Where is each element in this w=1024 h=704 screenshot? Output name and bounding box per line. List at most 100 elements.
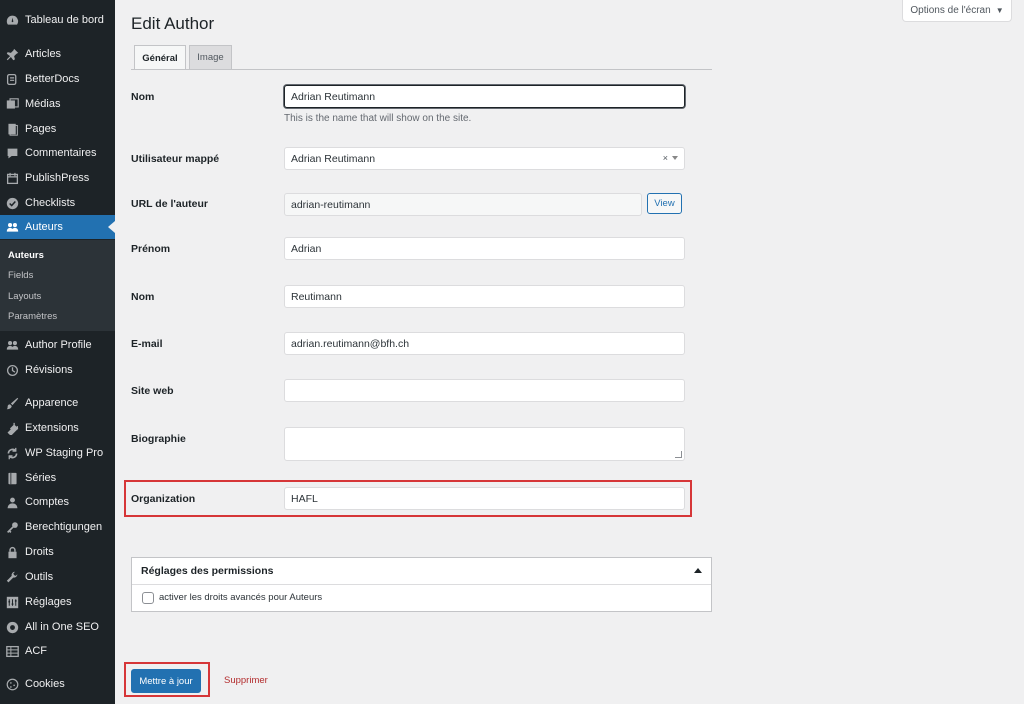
caret-down-icon: ▼ — [995, 6, 1004, 15]
menu-item-acf[interactable]: ACF — [0, 639, 115, 663]
menu-item-author-profile[interactable]: Author Profile — [0, 333, 115, 357]
staging-icon — [6, 447, 19, 460]
menu-label: WP Staging Pro — [25, 447, 104, 459]
view-button[interactable]: View — [647, 193, 682, 214]
menu-item-droits[interactable]: Droits — [0, 540, 115, 564]
name-description: This is the name that will show on the s… — [284, 113, 472, 124]
menu-label: Checklists — [25, 197, 76, 209]
permissions-header[interactable]: Réglages des permissions — [132, 558, 711, 585]
menu-item-cookies[interactable]: Cookies — [0, 672, 115, 696]
screen-options-button[interactable]: Options de l'écran ▼ — [902, 0, 1012, 22]
lock-icon — [6, 546, 19, 559]
screen-options-label: Options de l'écran — [910, 5, 991, 16]
menu-item-reglages[interactable]: Réglages — [0, 590, 115, 614]
mapped-user-label: Utilisateur mappé — [131, 153, 220, 165]
plugin-icon — [6, 422, 19, 435]
menu-label: Apparence — [25, 397, 79, 409]
name-input[interactable]: Adrian Reutimann — [284, 85, 685, 108]
submenu-item-fields[interactable]: Fields — [8, 270, 33, 281]
calendar-icon — [6, 172, 19, 185]
biography-textarea[interactable] — [284, 427, 685, 461]
organization-label: Organization — [131, 493, 196, 505]
permissions-title: Réglages des permissions — [141, 565, 274, 577]
menu-label: Comptes — [25, 496, 70, 508]
pin-icon — [6, 48, 19, 61]
users-icon — [6, 339, 19, 352]
menu-label: Tableau de bord — [25, 14, 104, 26]
mapped-user-select[interactable]: Adrian Reutimann × — [284, 147, 685, 170]
menu-label: Réglages — [25, 596, 72, 608]
menu-label: Extensions — [25, 422, 79, 434]
collapse-arrow-icon[interactable] — [694, 568, 702, 573]
lastname-label: Nom — [131, 291, 155, 303]
lastname-input[interactable]: Reutimann — [284, 285, 685, 308]
menu-item-auteurs[interactable]: Auteurs — [0, 215, 115, 239]
firstname-input[interactable]: Adrian — [284, 237, 685, 260]
mapped-user-value: Adrian Reutimann — [291, 152, 376, 165]
resize-handle-icon[interactable] — [675, 451, 682, 458]
media-icon — [6, 97, 19, 111]
menu-item-pages[interactable]: Pages — [0, 117, 115, 141]
organization-input[interactable]: HAFL — [284, 487, 685, 510]
menu-item-checklists[interactable]: Checklists — [0, 191, 115, 215]
menu-item-comptes[interactable]: Comptes — [0, 490, 115, 514]
menu-item-commentaires[interactable]: Commentaires — [0, 141, 115, 165]
menu-item-betterdocs[interactable]: BetterDocs — [0, 67, 115, 91]
grid-icon — [6, 645, 19, 658]
menu-label: PublishPress — [25, 172, 90, 184]
submenu-item-parametres[interactable]: Paramètres — [8, 311, 57, 322]
tabs-divider — [131, 69, 712, 70]
advanced-rights-label[interactable]: activer les droits avancés pour Auteurs — [159, 592, 322, 603]
menu-label: All in One SEO — [25, 621, 99, 633]
menu-item-dashboard[interactable]: Tableau de bord — [0, 8, 115, 32]
author-url-input[interactable]: adrian-reutimann — [284, 193, 642, 216]
book-icon — [6, 472, 19, 485]
email-input[interactable]: adrian.reutimann@bfh.ch — [284, 332, 685, 355]
menu-item-wp-staging-pro[interactable]: WP Staging Pro — [0, 441, 115, 465]
menu-item-publishpress[interactable]: PublishPress — [0, 166, 115, 190]
delete-link[interactable]: Supprimer — [224, 675, 268, 686]
comment-icon — [6, 147, 19, 160]
menu-label: Auteurs — [25, 221, 63, 233]
author-url-label: URL de l'auteur — [131, 198, 208, 210]
update-button[interactable]: Mettre à jour — [131, 669, 201, 693]
menu-label: Outils — [25, 571, 54, 583]
menu-label: Médias — [25, 98, 61, 110]
menu-item-series[interactable]: Séries — [0, 466, 115, 490]
menu-item-all-in-one-seo[interactable]: All in One SEO — [0, 615, 115, 639]
menu-label: Pages — [25, 123, 57, 135]
wrench-icon — [6, 571, 19, 584]
menu-item-revisions[interactable]: Révisions — [0, 358, 115, 382]
menu-label: ACF — [25, 645, 47, 657]
menu-item-outils[interactable]: Outils — [0, 565, 115, 589]
tab-image[interactable]: Image — [189, 45, 232, 69]
users-icon — [6, 221, 19, 234]
menu-item-medias[interactable]: Médias — [0, 92, 115, 116]
page-title: Edit Author — [131, 14, 215, 33]
settings-icon — [6, 596, 19, 609]
tab-general[interactable]: Général — [134, 45, 186, 70]
menu-item-articles[interactable]: Articles — [0, 42, 115, 66]
menu-label: Author Profile — [25, 339, 92, 351]
advanced-rights-checkbox[interactable] — [142, 592, 154, 604]
menu-item-extensions[interactable]: Extensions — [0, 416, 115, 440]
menu-label: Révisions — [25, 364, 73, 376]
user-icon — [6, 496, 19, 509]
menu-item-apparence[interactable]: Apparence — [0, 391, 115, 415]
submenu-item-auteurs[interactable]: Auteurs — [8, 250, 44, 261]
name-label: Nom — [131, 91, 155, 103]
website-input[interactable] — [284, 379, 685, 402]
menu-label: Séries — [25, 472, 57, 484]
admin-sidebar: Tableau de bord Articles BetterDocs Médi… — [0, 0, 115, 704]
chevron-down-icon — [672, 156, 678, 160]
submenu-item-layouts[interactable]: Layouts — [8, 291, 41, 302]
docs-icon — [6, 73, 19, 86]
firstname-label: Prénom — [131, 243, 171, 255]
auteurs-submenu: Auteurs Fields Layouts Paramètres — [0, 240, 115, 331]
clear-icon[interactable]: × — [663, 153, 668, 163]
menu-item-berechtigungen[interactable]: Berechtigungen — [0, 515, 115, 539]
menu-label: Cookies — [25, 678, 65, 690]
biography-label: Biographie — [131, 433, 186, 445]
menu-label: Droits — [25, 546, 54, 558]
permissions-box: Réglages des permissions activer les dro… — [131, 557, 712, 612]
